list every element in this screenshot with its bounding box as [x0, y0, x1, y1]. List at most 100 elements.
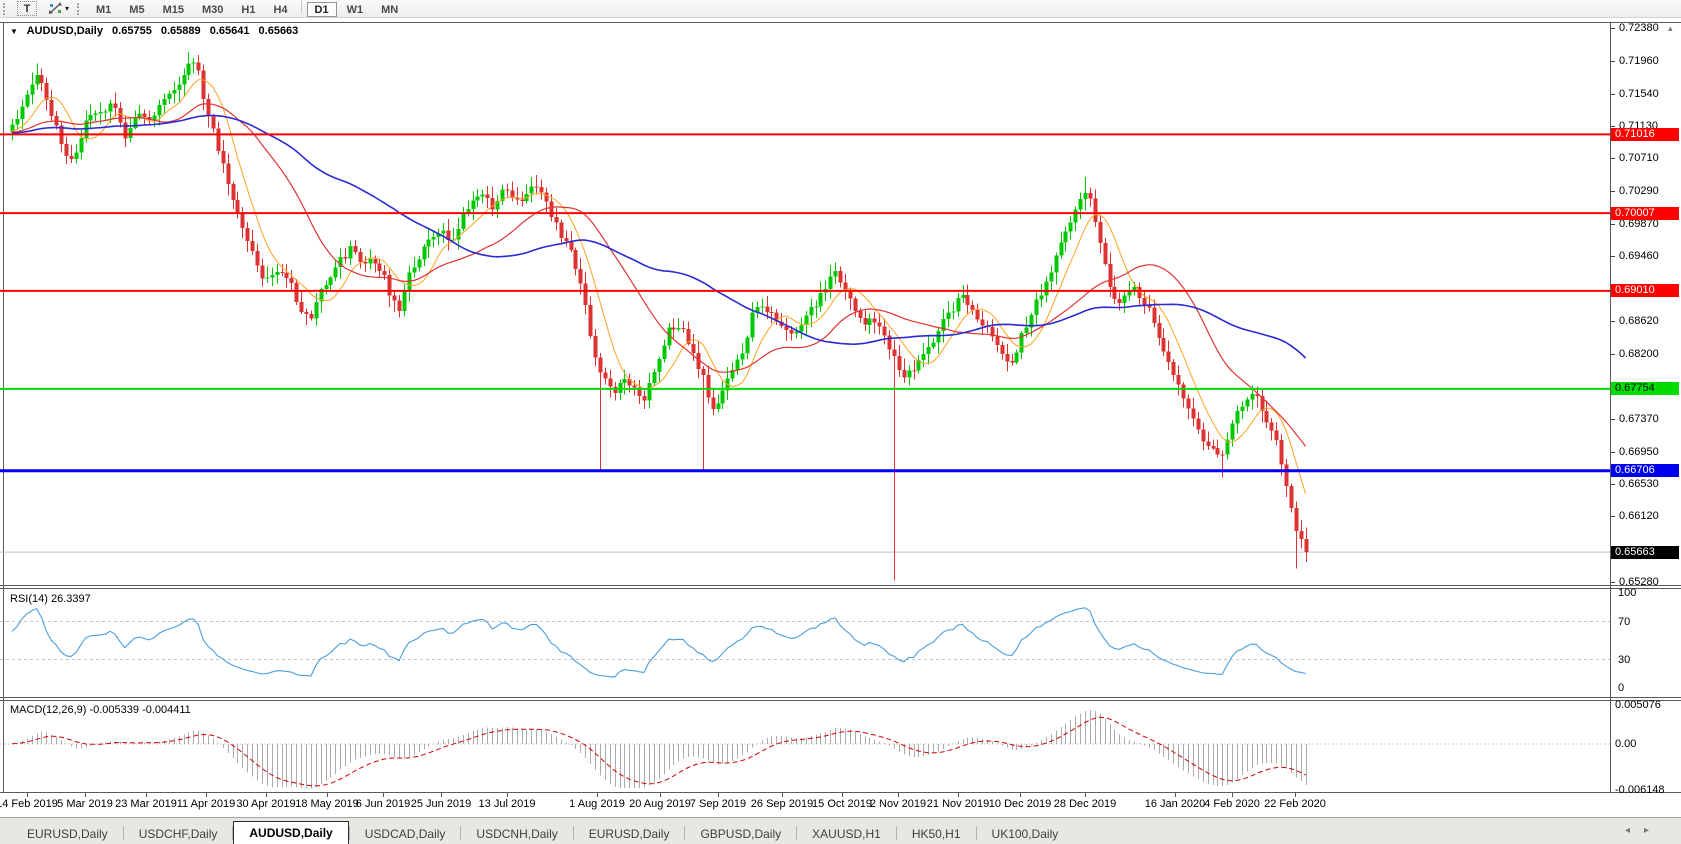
date-label: 13 Jul 2019 — [479, 798, 536, 810]
tab-hk50-h1[interactable]: HK50,H1 — [897, 825, 976, 844]
timeframe-button-D1[interactable]: D1 — [307, 2, 337, 17]
price-level-label: 0.67754 — [1611, 382, 1679, 395]
tab-usdcad-daily[interactable]: USDCAD,Daily — [350, 825, 461, 844]
toolbar-separator — [301, 0, 302, 13]
price-tick-mark — [1610, 224, 1615, 225]
date-tick-mark — [1175, 793, 1176, 797]
price-tick-mark — [1610, 61, 1615, 62]
price-tick-mark — [1610, 191, 1615, 192]
date-tick-mark — [27, 793, 28, 797]
date-tick-mark — [266, 793, 267, 797]
macd-axis-label: 0.005076 — [1615, 699, 1661, 711]
price-tick-mark — [1610, 256, 1615, 257]
price-tick-label: 0.68200 — [1619, 348, 1659, 360]
date-label: 21 Nov 2019 — [927, 798, 989, 810]
date-tick-mark — [842, 793, 843, 797]
tab-scroll-left-icon[interactable]: ◂ — [1625, 825, 1644, 836]
date-label: 6 Jun 2019 — [356, 798, 410, 810]
date-tick-mark — [507, 793, 508, 797]
price-level-label: 0.69010 — [1611, 284, 1679, 297]
axis-scroll-icon[interactable]: ▴ — [1668, 23, 1673, 34]
tab-xauusd-h1[interactable]: XAUUSD,H1 — [797, 825, 896, 844]
collapse-ohlc-icon[interactable]: ▼ — [10, 27, 18, 36]
date-tick-mark — [1232, 793, 1233, 797]
rsi-axis-label: 70 — [1618, 616, 1630, 628]
rsi-axis-label: 30 — [1618, 654, 1630, 666]
price-tick-mark — [1610, 28, 1615, 29]
macd-label: MACD(12,26,9) -0.005339 -0.004411 — [10, 704, 191, 716]
rsi-axis-label: 100 — [1618, 587, 1636, 599]
timeframe-button-W1[interactable]: W1 — [339, 2, 372, 17]
price-tick-mark — [1610, 484, 1615, 485]
top-toolbar: T ▾ M1M5M15M30H1H4 D1W1MN — [0, 0, 1681, 18]
text-tool-button[interactable]: T — [17, 1, 37, 16]
tab-uk100-daily[interactable]: UK100,Daily — [977, 825, 1074, 844]
price-tick-label: 0.66530 — [1619, 478, 1659, 490]
current-price-label: 0.65663 — [1611, 546, 1679, 559]
tab-gbpusd-daily[interactable]: GBPUSD,Daily — [685, 825, 796, 844]
tab-usdcnh-daily[interactable]: USDCNH,Daily — [461, 825, 572, 844]
tab-usdchf-daily[interactable]: USDCHF,Daily — [124, 825, 233, 844]
date-tick-mark — [327, 793, 328, 797]
main-pane-border-bottom — [0, 585, 1681, 586]
price-tick-label: 0.69460 — [1619, 250, 1659, 262]
timeframe-button-M5[interactable]: M5 — [121, 2, 152, 17]
date-tick-mark — [597, 793, 598, 797]
price-tick-label: 0.66120 — [1619, 510, 1659, 522]
rsi-pane[interactable] — [0, 589, 1610, 697]
pointer-tool-button[interactable]: ▾ — [43, 1, 74, 16]
date-label: 26 Sep 2019 — [751, 798, 813, 810]
date-label: 16 Jan 2020 — [1145, 798, 1206, 810]
price-tick-mark — [1610, 516, 1615, 517]
date-label: 10 Dec 2019 — [989, 798, 1051, 810]
date-tick-mark — [718, 793, 719, 797]
tab-audusd-daily[interactable]: AUDUSD,Daily — [233, 821, 348, 844]
open-value: 0.65755 — [112, 25, 152, 37]
price-tick-mark — [1610, 126, 1615, 127]
date-label: 20 Aug 2019 — [629, 798, 691, 810]
price-tick-mark — [1610, 419, 1615, 420]
date-label: 25 Jun 2019 — [411, 798, 472, 810]
rsi-pane-border-bottom — [0, 697, 1681, 698]
tab-scroll-right-icon[interactable]: ▸ — [1644, 825, 1663, 836]
price-level-label: 0.71016 — [1611, 128, 1679, 141]
macd-axis-label: 0.00 — [1615, 738, 1636, 750]
close-value: 0.65663 — [259, 25, 299, 37]
macd-pane-border-bottom — [0, 792, 1681, 793]
price-tick-mark — [1610, 321, 1615, 322]
high-value: 0.65889 — [161, 25, 201, 37]
date-label: 1 Aug 2019 — [569, 798, 625, 810]
price-tick-mark — [1610, 354, 1615, 355]
toolbar-grip[interactable] — [3, 3, 8, 15]
date-label: 14 Feb 2019 — [0, 798, 58, 810]
rsi-label: RSI(14) 26.3397 — [10, 593, 91, 605]
chevron-down-icon[interactable]: ▾ — [65, 4, 69, 13]
date-label: 15 Oct 2019 — [812, 798, 872, 810]
timeframe-button-H4[interactable]: H4 — [265, 2, 295, 17]
price-level-label: 0.70007 — [1611, 207, 1679, 220]
date-tick-mark — [782, 793, 783, 797]
main-chart[interactable] — [0, 23, 1610, 585]
tab-eurusd-daily[interactable]: EURUSD,Daily — [12, 825, 123, 844]
date-label: 18 May 2019 — [295, 798, 359, 810]
date-tick-mark — [441, 793, 442, 797]
timeframe-button-M15[interactable]: M15 — [155, 2, 192, 17]
date-tick-mark — [146, 793, 147, 797]
pointer-tool-icon — [48, 2, 63, 15]
tab-eurusd-daily[interactable]: EURUSD,Daily — [574, 825, 685, 844]
timeframe-button-M1[interactable]: M1 — [88, 2, 119, 17]
date-label: 28 Dec 2019 — [1054, 798, 1116, 810]
timeframe-button-MN[interactable]: MN — [373, 2, 406, 17]
timeframe-button-M30[interactable]: M30 — [194, 2, 231, 17]
toolbar-grip[interactable] — [77, 3, 82, 15]
macd-pane[interactable] — [0, 701, 1610, 792]
price-tick-label: 0.72380 — [1619, 22, 1659, 34]
chart-tabs: EURUSD,DailyUSDCHF,DailyAUDUSD,DailyUSDC… — [0, 817, 1681, 844]
price-tick-label: 0.70290 — [1619, 185, 1659, 197]
timeframe-buttons: M1M5M15M30H1H4 D1W1MN — [87, 0, 407, 18]
price-tick-mark — [1610, 158, 1615, 159]
price-tick-label: 0.68620 — [1619, 315, 1659, 327]
date-label: 23 Mar 2019 — [115, 798, 177, 810]
timeframe-button-H1[interactable]: H1 — [233, 2, 263, 17]
date-tick-mark — [1020, 793, 1021, 797]
